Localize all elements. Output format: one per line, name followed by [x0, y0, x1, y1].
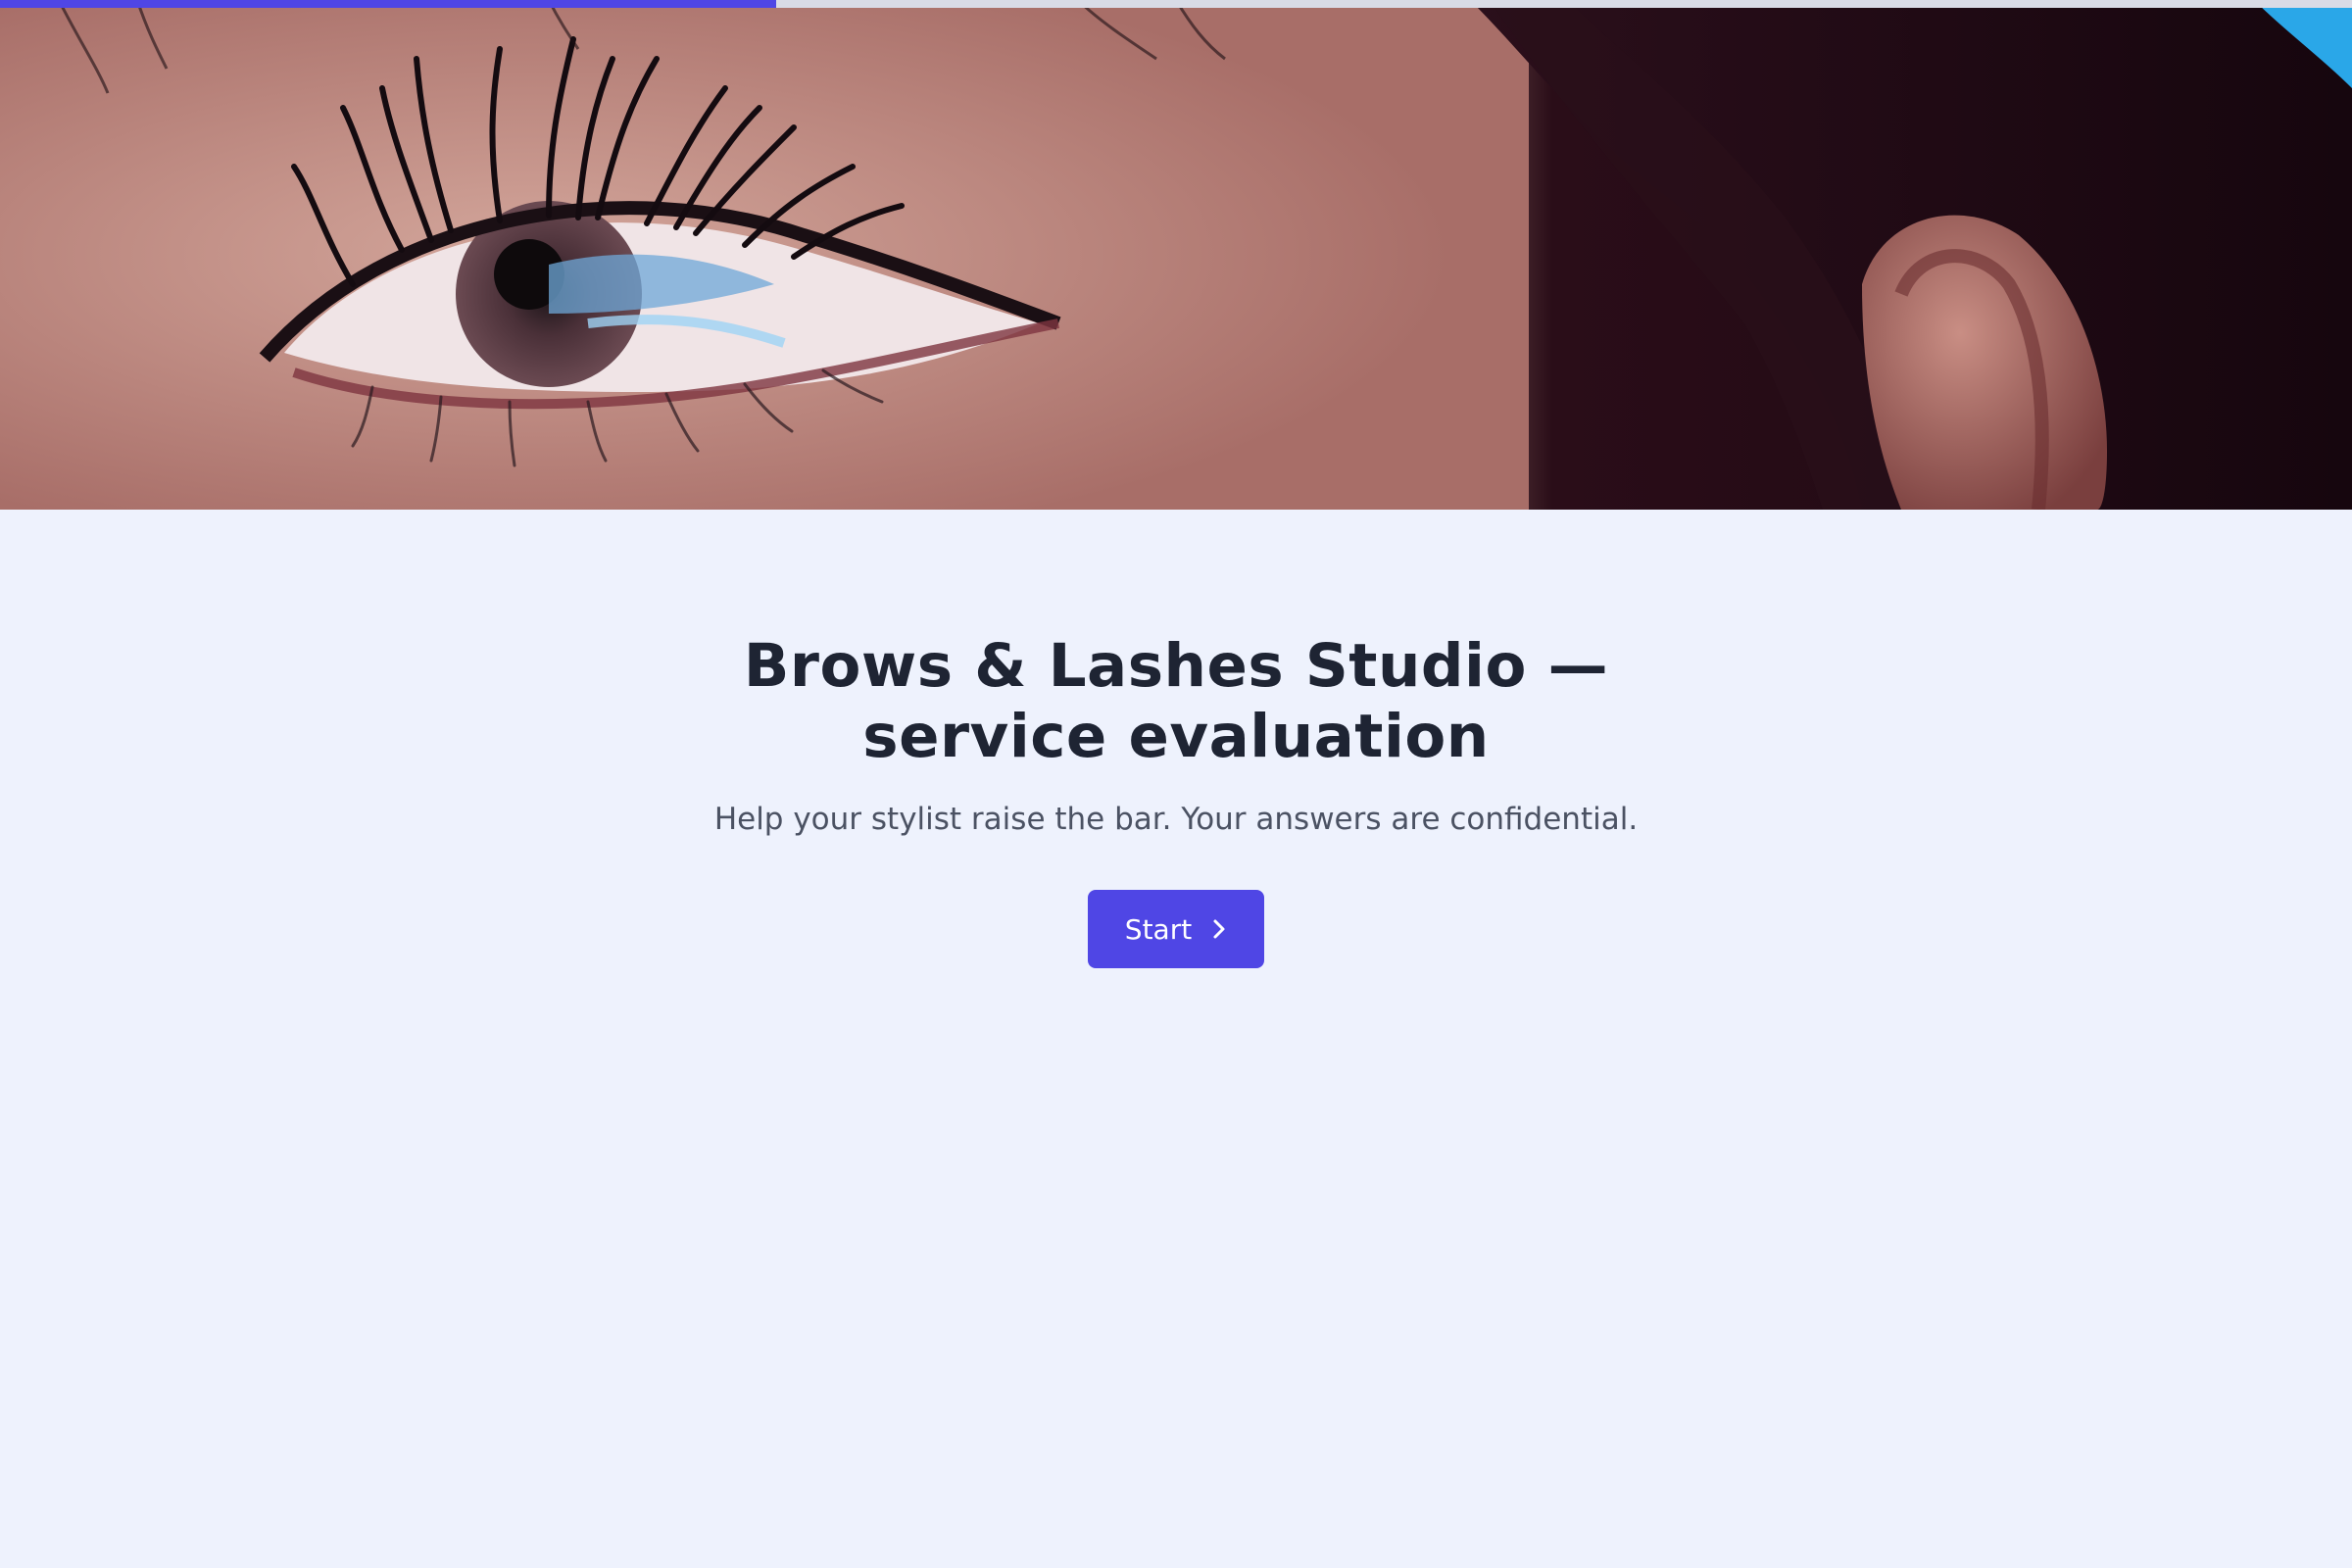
page-title: Brows & Lashes Studio — service evaluati…	[743, 631, 1609, 771]
chevron-right-icon	[1211, 917, 1227, 941]
page-subtitle: Help your stylist raise the bar. Your an…	[713, 802, 1639, 837]
progress-bar-fill	[0, 0, 776, 8]
hero-eye-illustration	[0, 0, 2352, 510]
start-button-label: Start	[1124, 912, 1193, 946]
progress-bar	[0, 0, 2352, 8]
survey-welcome-page: Brows & Lashes Studio — service evaluati…	[0, 0, 2352, 1568]
start-button[interactable]: Start	[1088, 890, 1264, 968]
hero-photo	[0, 0, 2352, 510]
intro-section: Brows & Lashes Studio — service evaluati…	[0, 510, 2352, 968]
